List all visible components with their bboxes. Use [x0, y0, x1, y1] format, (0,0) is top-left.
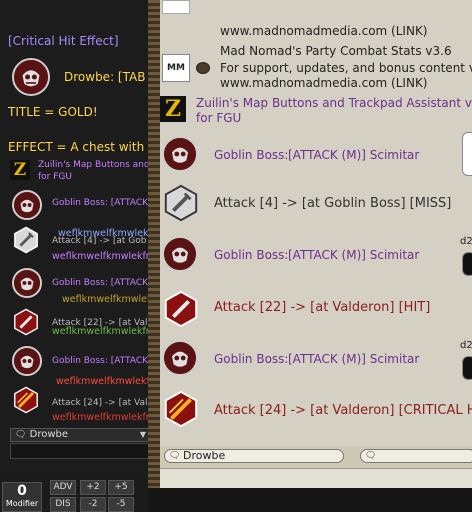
- drowbe-portrait: [12, 58, 50, 96]
- zuilin-logo-icon: Z: [10, 160, 30, 180]
- goblin-boss-portrait: [12, 346, 42, 376]
- message-text: Attack [24] -> [at Valderon] [CRITICAL H…: [214, 403, 472, 418]
- spam-line: weflkmwelfkmwlekfmwlkmlkwemlkwme: [56, 376, 152, 387]
- die-type-label: d2: [460, 236, 472, 247]
- preview-identity-label: Drowbe: [29, 429, 69, 440]
- goblin-boss-portrait: [162, 236, 198, 272]
- message-sender: Goblin Boss:: [214, 148, 289, 162]
- goblin-boss-portrait: [162, 136, 198, 172]
- goblin-boss-portrait: [12, 190, 42, 220]
- zuilin-logo-icon: Z: [160, 96, 186, 122]
- dice-result-bubble: [462, 132, 472, 176]
- party-stats-sub: For support, updates, and bonus content …: [220, 61, 472, 75]
- preview-zuilin-title: Zuilin's Map Buttons and T: [38, 160, 152, 170]
- preview-row-text: Goblin Boss: [ATTACK: [52, 198, 149, 208]
- attack-critical-icon: [162, 390, 200, 428]
- chat-identity-bar: 🗨 Drowbe 🗨: [160, 446, 472, 468]
- coin-icon: [196, 62, 210, 74]
- attack-hit-icon: [162, 290, 200, 328]
- goblin-boss-portrait: [162, 340, 198, 376]
- chat-window: www.madnomadmedia.com (LINK) MM Mad Noma…: [160, 0, 472, 466]
- dice-result-bubble: [462, 356, 472, 380]
- chevron-down-icon: ▼: [139, 430, 146, 439]
- chat-entry-field[interactable]: [160, 468, 472, 489]
- preview-row-text: Attack [24] -> [at Vald: [52, 398, 152, 408]
- chat-preview-panel: [Critical Hit Effect] Drowbe: [TAB TITLE…: [0, 0, 152, 478]
- preview-title-line: [Critical Hit Effect]: [8, 34, 119, 48]
- attack-miss-icon: [162, 184, 200, 222]
- attack-hit-icon: [12, 308, 40, 336]
- preview-row-text: Goblin Boss: [ATTACK: [52, 278, 149, 288]
- chat-bubble-icon: 🗨: [15, 430, 27, 440]
- modifier-label: Modifier: [5, 499, 39, 508]
- minus-2-button[interactable]: -2: [80, 497, 106, 512]
- top-logo-icon: [162, 0, 190, 14]
- message-sender: Goblin Boss:: [214, 352, 289, 366]
- chat-bubble-icon: 🗨: [169, 451, 181, 461]
- plus-2-button[interactable]: +2: [80, 480, 106, 495]
- zuilin-sub: for FGU: [196, 111, 242, 125]
- message-text: [ATTACK (M)] Scimitar: [288, 352, 420, 366]
- party-stats-title: Mad Nomad's Party Combat Stats v3.6: [220, 44, 452, 58]
- chat-language-select[interactable]: 🗨: [360, 449, 472, 463]
- preview-identity-select[interactable]: 🗨 Drowbe ▼: [10, 428, 150, 442]
- message-text: Attack [22] -> [at Valderon] [HIT]: [214, 300, 431, 315]
- plus-5-button[interactable]: +5: [108, 480, 134, 495]
- dis-button[interactable]: DIS: [50, 497, 76, 512]
- spam-line: weflkmwelfkmwlekfmwlkmlkwemlkwme: [52, 251, 152, 262]
- preview-drowbe-line: Drowbe: [TAB: [64, 70, 146, 84]
- link-top[interactable]: www.madnomadmedia.com (LINK): [220, 24, 428, 38]
- goblin-boss-portrait: [12, 268, 42, 298]
- chat-identity-select[interactable]: 🗨 Drowbe: [164, 449, 344, 463]
- minus-5-button[interactable]: -5: [108, 497, 134, 512]
- spam-line: weflkmwelfkmwlekfmwlkmlkwemlkwme: [58, 228, 152, 239]
- spam-line: weflkmwelfkmwlekfmwlkmlkwemlkwme: [62, 294, 152, 305]
- chat-identity-label: Drowbe: [183, 449, 226, 462]
- message-text: [ATTACK (M)] Scimitar: [288, 148, 420, 162]
- zuilin-title: Zuilin's Map Buttons and Trackpad Assist…: [196, 96, 472, 110]
- preview-zuilin-sub: for FGU: [38, 172, 72, 182]
- die-type-label: d2: [460, 340, 472, 351]
- spam-line: weflkmwelfkmwlekfmwlkmlkwemlkwme: [52, 412, 152, 423]
- modifier-box[interactable]: 0 Modifier: [2, 482, 42, 512]
- preview-row-text: Goblin Boss: [ATTACK: [52, 356, 149, 366]
- book-spine-divider: [148, 0, 160, 512]
- mnm-logo-icon: MM: [162, 54, 190, 82]
- message-sender: Goblin Boss:: [214, 248, 289, 262]
- preview-effect-setting: EFFECT = A chest with Yc: [8, 140, 152, 154]
- modifier-value: 0: [17, 483, 27, 499]
- attack-critical-icon: [12, 386, 40, 414]
- bottom-toolbar: [148, 488, 472, 512]
- dice-result-bubble: [462, 252, 472, 276]
- attack-miss-icon: [12, 226, 40, 254]
- message-text: Attack [4] -> [at Goblin Boss] [MISS]: [214, 196, 452, 211]
- adv-button[interactable]: ADV: [50, 480, 76, 495]
- preview-title-setting: TITLE = GOLD!: [8, 105, 98, 119]
- party-stats-link[interactable]: www.madnomadmedia.com (LINK): [220, 76, 428, 90]
- chat-bubble-icon: 🗨: [365, 451, 377, 461]
- spam-line: weflkmwelfkmwlekfmwlkmlkwemlkwme: [52, 326, 152, 337]
- message-text: [ATTACK (M)] Scimitar: [288, 248, 420, 262]
- preview-chat-entry[interactable]: [10, 443, 150, 459]
